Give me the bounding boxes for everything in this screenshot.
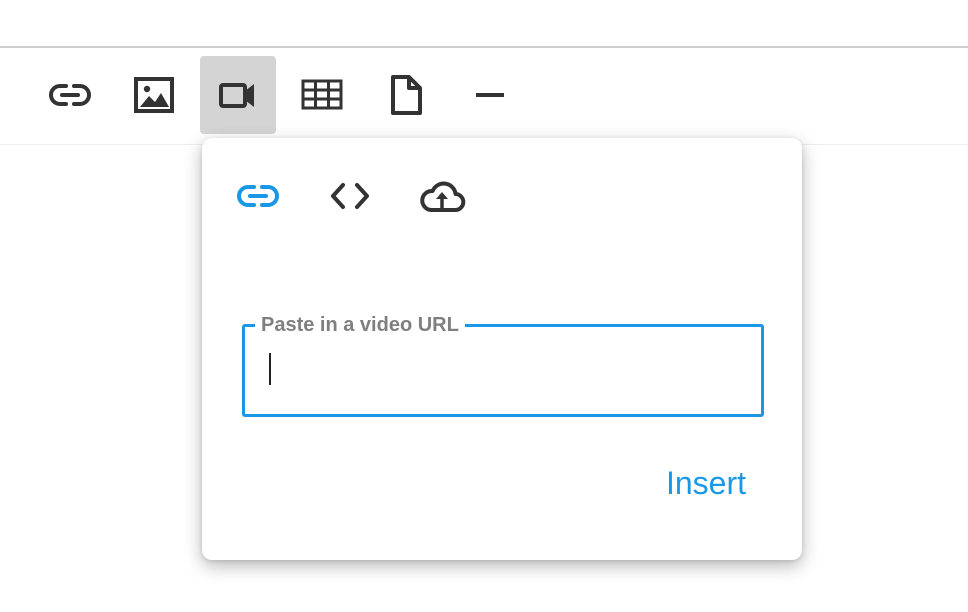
tab-video-url[interactable] bbox=[234, 176, 282, 220]
insert-table-button[interactable] bbox=[284, 56, 360, 134]
link-icon bbox=[48, 73, 92, 117]
insert-image-button[interactable] bbox=[116, 56, 192, 134]
insert-toolbar bbox=[0, 48, 968, 145]
tab-embed-code[interactable] bbox=[326, 176, 374, 220]
video-insert-popup: Paste in a video URL Insert bbox=[202, 138, 802, 560]
table-icon bbox=[300, 73, 344, 117]
video-url-field[interactable]: Paste in a video URL bbox=[242, 313, 764, 417]
image-icon bbox=[132, 73, 176, 117]
insert-video-button[interactable] bbox=[200, 56, 276, 134]
file-icon bbox=[384, 73, 428, 117]
link-icon bbox=[236, 174, 280, 223]
insert-divider-button[interactable] bbox=[452, 56, 528, 134]
tab-upload[interactable] bbox=[418, 176, 466, 220]
insert-file-button[interactable] bbox=[368, 56, 444, 134]
insert-link-button[interactable] bbox=[32, 56, 108, 134]
cloud-upload-icon bbox=[418, 174, 466, 223]
horizontal-rule-icon bbox=[468, 73, 512, 117]
video-url-input[interactable] bbox=[265, 345, 739, 395]
text-cursor bbox=[269, 353, 271, 385]
video-camera-icon bbox=[216, 73, 260, 117]
insert-button[interactable]: Insert bbox=[666, 464, 746, 502]
code-icon bbox=[328, 174, 372, 223]
video-url-label: Paste in a video URL bbox=[255, 313, 465, 337]
editor-page: Paste in a video URL Insert bbox=[0, 0, 968, 612]
